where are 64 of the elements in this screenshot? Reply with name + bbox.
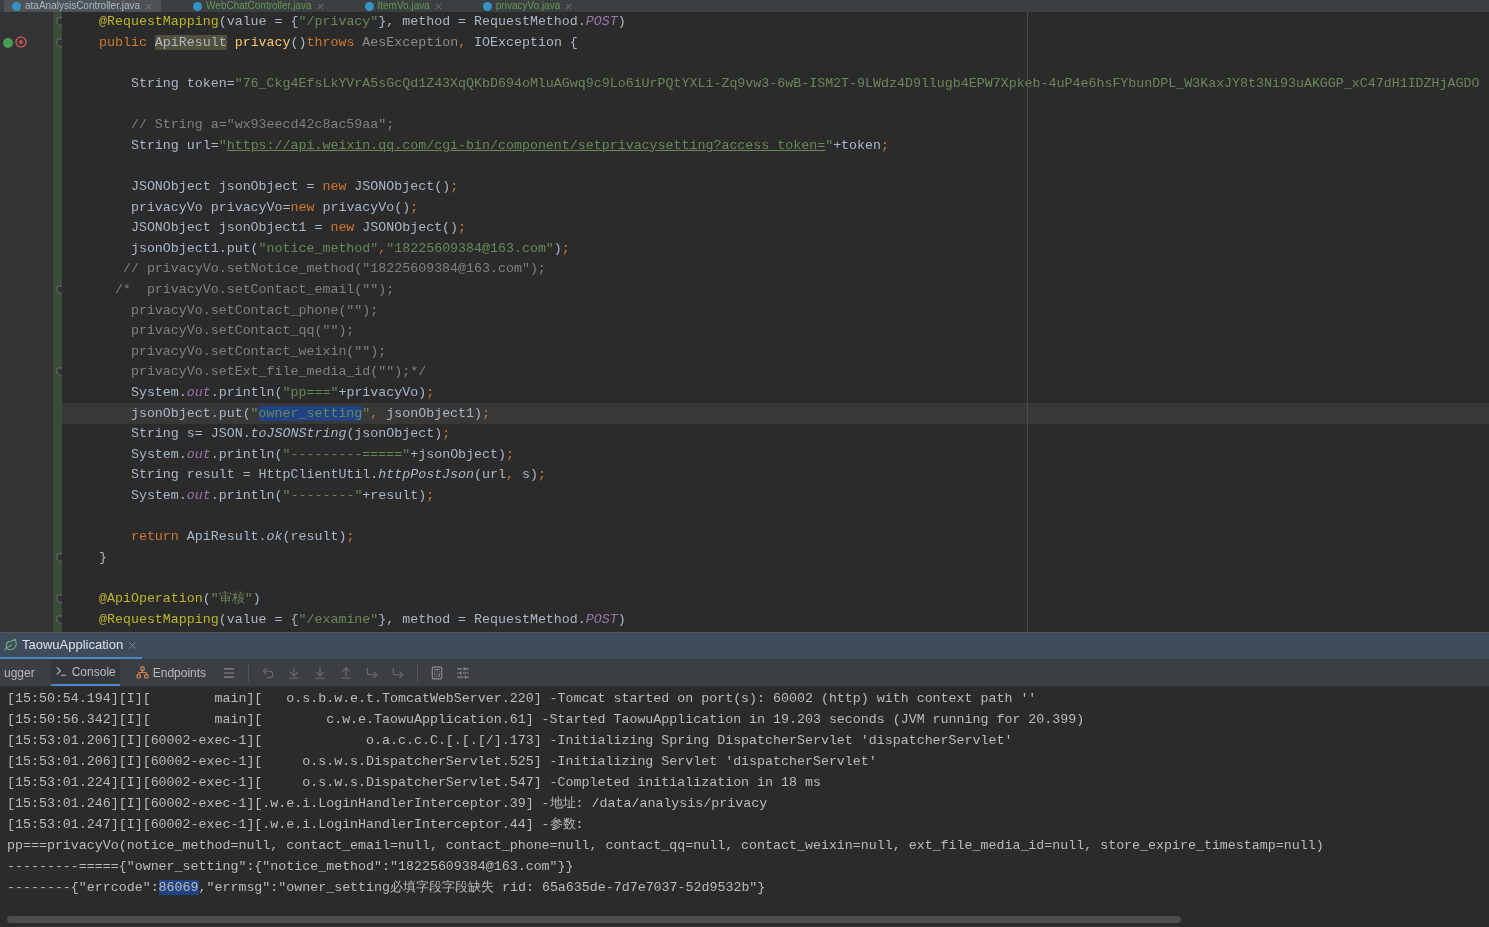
editor-tab[interactable]: ataAnalysisController.java — [4, 0, 162, 12]
console-tab[interactable]: Console — [50, 659, 120, 686]
code-line: @RequestMapping(value = {"/examine"}, method = RequestMethod.POST) — [99, 610, 626, 629]
code-line: /* privacyVo.setContact_email(""); — [113, 281, 395, 299]
console-line: ---------====={"owner_setting":{"notice_method":"18225609384@163.com"}} — [7, 858, 575, 876]
class-icon — [12, 1, 21, 11]
step-into-icon[interactable] — [313, 665, 328, 680]
step-into-icon[interactable] — [287, 665, 302, 680]
console-line: [15:53:01.246][I][60002-exec-1][.w.e.i.LoginHandlerInterceptor.39] -地址: /data/analysis/privacy — [7, 795, 769, 813]
leaf-icon — [4, 638, 18, 652]
console-line: --------{"errcode":86069,"errmsg":"owner_setting必填字段字段缺失 rid: 65a635de-7d7e7037-52d9532b"} — [7, 879, 767, 897]
code-line: privacyVo.setContact_qq(""); — [129, 322, 355, 341]
code-line: System.out.println("---------====="+jsonObject); — [129, 445, 514, 464]
scrollbar[interactable] — [7, 916, 1181, 923]
editor-tab[interactable]: WebChatController.java — [185, 0, 333, 12]
console-line: [15:53:01.206][I][60002-exec-1][ o.a.c.c.C.[.[.[/].173] -Initializing Spring DispatcherServlet 'dispatcherServlet' — [7, 732, 1014, 750]
console-line: [15:53:01.224][I][60002-exec-1][ o.s.w.s.DispatcherServlet.547] -Completed initialization in 18 ms — [7, 774, 822, 792]
network-icon — [135, 666, 149, 679]
console-line: pp===privacyVo(notice_method=null, contact_email=null, contact_phone=null, contact_qq=null, contact_weixin=null, ext_file_media_id=null, store_expire_timestamp=null) — [7, 837, 1325, 855]
run-method-icon[interactable] — [2, 35, 30, 50]
console-line: [15:53:01.206][I][60002-exec-1][ o.s.w.s.DispatcherServlet.525] -Initializing Servlet 'dispatcherServlet' — [7, 753, 878, 771]
close-icon[interactable] — [144, 1, 154, 11]
close-icon[interactable] — [433, 1, 443, 11]
step-icon[interactable] — [261, 665, 276, 680]
console-tab[interactable]: ugger — [0, 659, 39, 686]
code-line: String result = HttpClientUtil.httpPostJson(url, s); — [129, 466, 546, 485]
code-line: return ApiResult.ok(result); — [129, 528, 355, 547]
code-line: // privacyVo.setNotice_method("18225609384@163.com"); — [121, 260, 546, 279]
code-line: jsonObject1.put("notice_method","18225609384@163.com"); — [129, 239, 570, 258]
code-line: String token="76_Ckg4EfsLkYVrA5sGcQd1Z43XqQKbD694oMluAGwq9c9Lo6iUrPQtYXLi-Zq9vw3-6wB-ISM2T-9LWdz4D9llugb4EPW7Xpkeb-4uP4e6hsFYbunDPL_W3KaxJY8t3Ni93uAKGGP_xC47dH1IDZHjAGDO — [129, 75, 1480, 94]
console-tab[interactable]: Endpoints — [131, 659, 211, 686]
editor-tab[interactable]: ItemVo.java — [356, 0, 451, 12]
terminal-icon — [54, 665, 68, 678]
class-icon — [364, 1, 374, 11]
class-icon — [482, 1, 492, 11]
code-line: } — [99, 548, 107, 567]
code-line: jsonObject.put("owner_setting", jsonObject1); — [129, 404, 491, 423]
console-line: [15:50:54.194][I][ main][ o.s.b.w.e.t.TomcatWebServer.220] -Tomcat started on port(s): 60002 (http) with context path '' — [7, 690, 1038, 708]
step-out-icon[interactable] — [339, 665, 354, 680]
close-icon[interactable] — [315, 1, 325, 11]
settings-icon[interactable] — [456, 665, 471, 680]
code-line: String s= JSON.toJSONString(jsonObject); — [129, 425, 451, 444]
code-line: privacyVo.setContact_weixin(""); — [129, 342, 387, 361]
code-line: System.out.println("pp==="+privacyVo); — [129, 384, 435, 402]
code-line: JSONObject jsonObject1 = new JSONObject(); — [129, 219, 467, 238]
code-line: System.out.println("--------"+result); — [129, 486, 435, 505]
close-icon[interactable] — [564, 1, 574, 11]
console-line: [15:50:56.342][I][ main][ c.w.e.TaowuApplication.61] -Started TaowuApplication in 19.203 seconds (JVM running for 20.399) — [7, 711, 1086, 729]
code-line: privacyVo privacyVo=new privacyVo(); — [129, 198, 419, 217]
menu-icon[interactable] — [222, 665, 237, 680]
code-line: JSONObject jsonObject = new JSONObject(); — [129, 178, 459, 197]
step-icon[interactable] — [365, 665, 380, 680]
code-line: // String a="wx93eecd42c8ac59aa"; — [129, 116, 395, 135]
code-line: @RequestMapping(value = {"/privacy"}, method = RequestMethod.POST) — [99, 13, 626, 32]
code-line: privacyVo.setContact_phone(""); — [129, 301, 379, 320]
close-icon[interactable] — [127, 639, 139, 651]
console-line: [15:53:01.247][I][60002-exec-1][.w.e.i.LoginHandlerInterceptor.44] -参数: — [7, 816, 585, 834]
code-line: @ApiOperation("审核") — [99, 589, 261, 608]
code-line: public ApiResult privacy()throws AesException, IOException { — [99, 33, 578, 52]
calculator-icon[interactable] — [430, 665, 445, 680]
code-line: privacyVo.setExt_file_media_id("");*/ — [129, 363, 427, 382]
class-icon — [193, 1, 203, 11]
code-line: String url="https://api.weixin.qq.com/cgi-bin/component/setprivacysetting?access_token="+token; — [129, 136, 889, 155]
editor-tab[interactable]: privacyVo.java — [474, 0, 582, 12]
